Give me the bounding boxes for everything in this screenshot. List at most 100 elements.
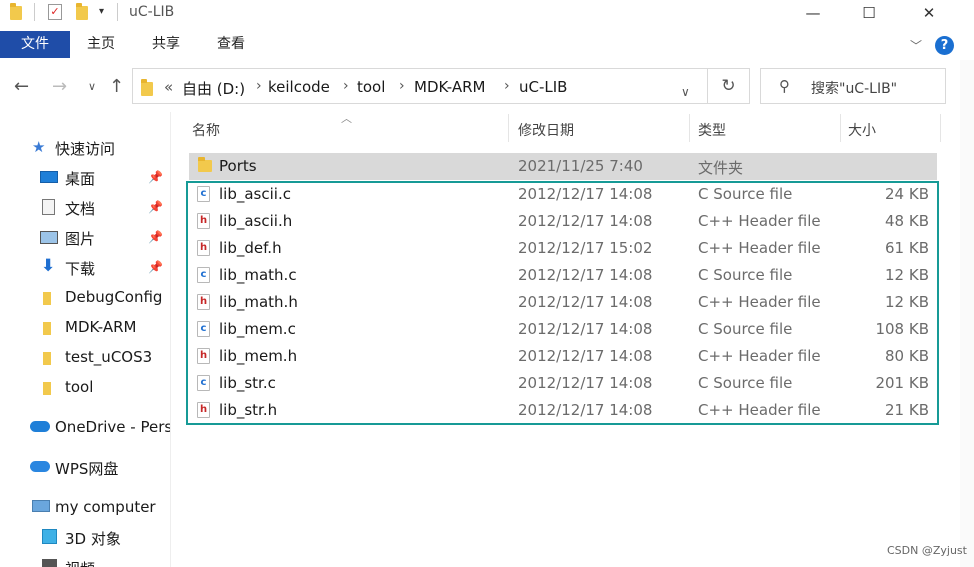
back-arrow-icon[interactable]: ← xyxy=(14,76,29,97)
close-button[interactable]: ✕ xyxy=(906,0,952,28)
tab-view[interactable]: 查看 xyxy=(217,31,245,58)
forward-arrow-icon[interactable]: → xyxy=(52,76,67,97)
window-title: uC-LIB xyxy=(129,4,175,20)
sidebar-item-label: WPS网盘 xyxy=(55,460,119,478)
divider xyxy=(117,3,118,21)
sidebar-item-pictures[interactable]: 图片 📌 xyxy=(0,224,170,252)
up-arrow-icon[interactable]: ↑ xyxy=(109,76,124,97)
sort-ascending-icon: ︿ xyxy=(341,112,352,125)
column-divider[interactable] xyxy=(689,114,690,142)
sidebar-item-label: test_uCOS3 xyxy=(65,348,153,366)
tab-file[interactable]: 文件 xyxy=(0,31,70,58)
desktop-icon xyxy=(40,171,58,183)
title-bar: ✓ ▾ uC-LIB — ☐ ✕ xyxy=(0,0,974,31)
sidebar-item-label: OneDrive - Pers xyxy=(55,418,171,436)
sidebar-item-test-ucos3[interactable]: test_uCOS3 xyxy=(0,344,170,372)
watermark: CSDN @Zyjust xyxy=(887,544,967,557)
window-edge xyxy=(960,60,974,567)
video-icon xyxy=(42,559,57,567)
sidebar-item-quick-access[interactable]: ★ 快速访问 xyxy=(0,134,170,162)
pin-icon[interactable]: 📌 xyxy=(148,200,163,214)
minimize-button[interactable]: — xyxy=(790,0,836,28)
sidebar-item-downloads[interactable]: ⬇ 下载 📌 xyxy=(0,254,170,282)
sidebar-item-onedrive[interactable]: OneDrive - Pers xyxy=(0,414,170,442)
refresh-button[interactable]: ↻ xyxy=(708,68,750,104)
sidebar-item-debugconfig[interactable]: DebugConfig xyxy=(0,284,170,312)
table-row-ports[interactable]: Ports 2021/11/25 7:40 文件夹 xyxy=(189,153,937,180)
sidebar-item-tool[interactable]: tool xyxy=(0,374,170,402)
highlight-frame xyxy=(186,181,939,425)
cloud-icon xyxy=(30,421,50,432)
sidebar-item-mdk-arm[interactable]: MDK-ARM xyxy=(0,314,170,342)
tab-home[interactable]: 主页 xyxy=(87,31,115,58)
folder-icon xyxy=(141,79,153,100)
file-type: 文件夹 xyxy=(698,159,744,177)
computer-icon xyxy=(32,500,50,512)
breadcrumb-uc-lib[interactable]: uC-LIB xyxy=(519,78,567,96)
help-icon[interactable]: ? xyxy=(935,36,954,55)
sidebar-item-videos[interactable]: 视频 xyxy=(0,554,170,567)
wps-cloud-icon xyxy=(30,461,50,472)
sidebar-item-wps[interactable]: WPS网盘 xyxy=(0,454,170,482)
properties-check-icon[interactable]: ✓ xyxy=(48,4,62,20)
picture-icon xyxy=(40,231,58,244)
file-name: Ports xyxy=(219,157,257,175)
column-header-name[interactable]: 名称 xyxy=(192,120,220,140)
sidebar-item-desktop[interactable]: 桌面 📌 xyxy=(0,164,170,192)
pin-icon[interactable]: 📌 xyxy=(148,260,163,274)
column-header-size[interactable]: 大小 xyxy=(848,120,876,140)
navigation-pane[interactable]: ★ 快速访问 桌面 📌 文档 📌 图片 📌 ⬇ 下载 📌 DebugConfig… xyxy=(0,112,171,567)
document-icon xyxy=(42,199,55,215)
sidebar-item-label: 文档 xyxy=(65,200,96,218)
pin-icon[interactable]: 📌 xyxy=(148,230,163,244)
column-divider[interactable] xyxy=(508,114,509,142)
sidebar-item-label: my computer xyxy=(55,498,156,516)
expand-ribbon-chevron-icon[interactable]: ﹀ xyxy=(910,37,922,54)
sidebar-item-documents[interactable]: 文档 📌 xyxy=(0,194,170,222)
sidebar-item-label: 快速访问 xyxy=(55,140,116,158)
sidebar-item-label: 下载 xyxy=(65,260,96,278)
address-bar[interactable]: « 自由 (D:) › keilcode › tool › MDK-ARM › … xyxy=(132,68,708,104)
breadcrumb-mdk-arm[interactable]: MDK-ARM xyxy=(414,78,485,96)
search-input[interactable]: ⚲ 搜索"uC-LIB" xyxy=(760,68,946,104)
search-icon: ⚲ xyxy=(779,77,790,95)
folder-icon xyxy=(43,322,51,335)
sidebar-item-label: MDK-ARM xyxy=(65,318,137,336)
star-icon: ★ xyxy=(32,138,46,156)
sidebar-item-label: tool xyxy=(65,378,94,396)
pin-icon[interactable]: 📌 xyxy=(148,170,163,184)
sidebar-item-my-computer[interactable]: my computer xyxy=(0,494,170,522)
3d-object-icon xyxy=(42,529,57,544)
customize-toolbar-dropdown-icon[interactable]: ▾ xyxy=(99,6,104,17)
file-date: 2021/11/25 7:40 xyxy=(518,157,643,175)
folder-icon xyxy=(43,292,51,305)
folder-icon xyxy=(43,382,51,395)
address-dropdown-chevron-icon[interactable]: ∨ xyxy=(681,85,690,99)
breadcrumb-tool[interactable]: tool xyxy=(357,78,385,96)
folder-icon xyxy=(10,3,24,21)
breadcrumb-drive[interactable]: 自由 (D:) xyxy=(182,78,245,99)
breadcrumb-keilcode[interactable]: keilcode xyxy=(268,78,330,96)
recent-locations-chevron-icon[interactable]: ∨ xyxy=(88,80,96,93)
breadcrumb-overflow[interactable]: « xyxy=(164,78,173,96)
chevron-right-icon[interactable]: › xyxy=(399,78,405,94)
column-header-type[interactable]: 类型 xyxy=(698,120,726,140)
sidebar-item-label: 视频 xyxy=(65,558,95,567)
folder-icon xyxy=(198,157,212,172)
new-folder-icon[interactable] xyxy=(76,3,90,21)
sidebar-item-label: 3D 对象 xyxy=(65,530,121,548)
column-divider[interactable] xyxy=(840,114,841,142)
chevron-right-icon[interactable]: › xyxy=(504,78,510,94)
sidebar-item-label: DebugConfig xyxy=(65,288,163,306)
column-header-date[interactable]: 修改日期 xyxy=(518,120,574,140)
tab-share[interactable]: 共享 xyxy=(152,31,180,58)
sidebar-item-label: 图片 xyxy=(65,230,96,248)
maximize-button[interactable]: ☐ xyxy=(846,0,892,28)
column-divider[interactable] xyxy=(940,114,941,142)
sidebar-item-label: 桌面 xyxy=(65,170,96,188)
sidebar-item-3d-objects[interactable]: 3D 对象 xyxy=(0,524,170,552)
divider xyxy=(34,3,35,21)
chevron-right-icon[interactable]: › xyxy=(256,78,262,94)
chevron-right-icon[interactable]: › xyxy=(343,78,349,94)
download-icon: ⬇ xyxy=(41,256,56,276)
